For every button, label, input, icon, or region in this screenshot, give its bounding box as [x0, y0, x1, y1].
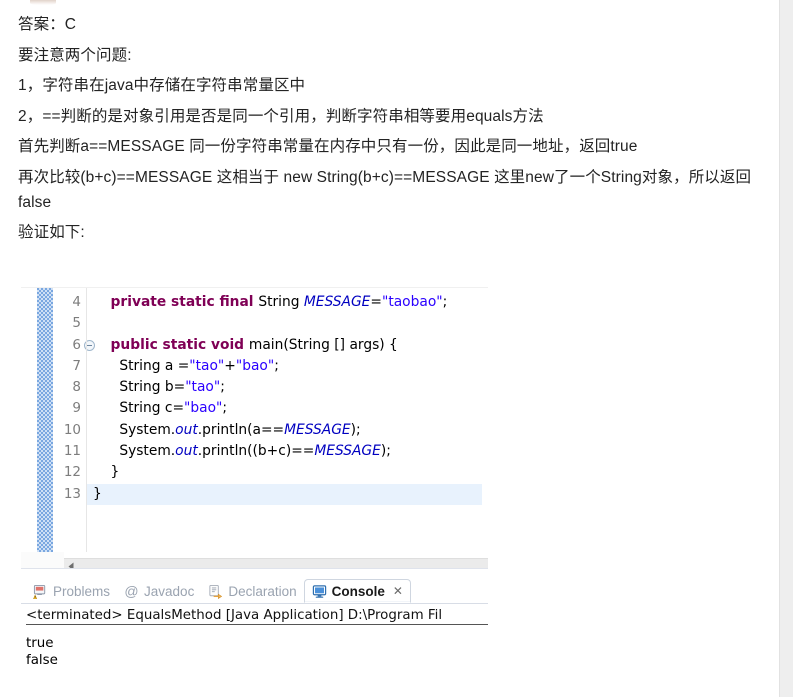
code-line[interactable]: System.out.println((b+c)==MESSAGE);: [87, 441, 488, 462]
article-body: 答案：C 要注意两个问题: 1，字符串在java中存储在字符串常量区中 2，==…: [18, 12, 763, 250]
paragraph-explain-1: 首先判断a==MESSAGE 同一份字符串常量在内存中只有一份，因此是同一地址，…: [18, 138, 638, 155]
code-line[interactable]: }: [87, 462, 488, 483]
line-number: 6: [53, 335, 95, 356]
right-scroll-rail[interactable]: [779, 0, 793, 697]
code-token: System.: [93, 421, 176, 438]
line-number: 9: [72, 400, 81, 417]
javadoc-at-icon: @: [124, 582, 139, 599]
code-token: ;: [442, 294, 448, 310]
tab-problems-label: Problems: [53, 583, 111, 599]
code-token: .println((b+c)==: [197, 443, 315, 460]
code-token: ;: [274, 357, 279, 374]
paragraph-note-intro: 要注意两个问题:: [18, 46, 132, 64]
line-number-ruler: 4 5 6 7 8 9 10 11 12 13: [53, 288, 95, 552]
code-token: );: [350, 421, 361, 438]
code-token: +: [224, 357, 236, 374]
code-token: "bao": [235, 357, 275, 374]
console-output: true false: [26, 635, 488, 669]
eclipse-screenshot: 4 5 6 7 8 9 10 11 12 13 private static final Stri…: [21, 287, 488, 697]
page-root: 答案：C 要注意两个问题: 1，字符串在java中存储在字符串常量区中 2，==…: [0, 0, 793, 697]
code-line[interactable]: String b="tao";: [87, 377, 488, 398]
console-launch-header: <terminated> EqualsMethod [Java Applicat…: [26, 608, 488, 625]
close-icon[interactable]: ✕: [393, 584, 403, 598]
code-token: out: [175, 421, 198, 438]
line-number: 11: [63, 443, 81, 460]
code-token: "tao": [189, 357, 225, 374]
code-token: }: [93, 464, 120, 481]
code-line[interactable]: }: [87, 483, 482, 505]
code-line[interactable]: String c="bao";: [87, 398, 488, 419]
code-token: String a =: [93, 357, 190, 374]
editor-view-divider: [21, 568, 488, 578]
code-token: MESSAGE: [284, 421, 351, 438]
line-number: 7: [72, 357, 81, 374]
view-tab-bar: Problems @ Javadoc Declaration Console ✕: [21, 578, 488, 604]
code-token: String b=: [93, 379, 186, 396]
paragraph-explain-2: 再次比较(b+c)==MESSAGE 这相当于 new String(b+c)=…: [18, 168, 752, 211]
code-token: public static void: [110, 336, 249, 353]
code-editor[interactable]: 4 5 6 7 8 9 10 11 12 13 private static final Stri…: [21, 287, 488, 573]
code-token: ;: [222, 400, 228, 417]
line-number: 4: [72, 294, 81, 310]
code-token: System.: [93, 443, 176, 460]
code-token: "tao": [185, 379, 221, 396]
line-number: 12: [63, 464, 81, 481]
code-line[interactable]: private static final String MESSAGE="tao…: [87, 292, 488, 313]
code-token: main(String [] args) {: [248, 336, 398, 353]
line-number: 13: [63, 485, 81, 502]
code-line[interactable]: [87, 313, 488, 334]
code-token: "taobao": [381, 294, 443, 310]
tab-console-label: Console: [331, 583, 385, 599]
tab-declaration[interactable]: Declaration: [201, 579, 303, 603]
tab-problems[interactable]: Problems: [26, 579, 117, 603]
console-output-line: false: [26, 653, 58, 668]
tab-console[interactable]: Console ✕: [303, 579, 411, 603]
code-line[interactable]: System.out.println(a==MESSAGE);: [87, 420, 488, 441]
paragraph-verify: 验证如下:: [18, 223, 85, 241]
console-view[interactable]: <terminated> EqualsMethod [Java Applicat…: [21, 604, 488, 669]
editor-bottom-pad: [21, 552, 64, 569]
code-text-area[interactable]: private static final String MESSAGE="tao…: [87, 288, 488, 552]
code-token: MESSAGE: [314, 443, 381, 460]
tab-javadoc-label: Javadoc: [144, 583, 195, 599]
paragraph-point-2: 2，==判断的是对象引用是否是同一个引用，判断字符串相等要用equals方法: [18, 107, 544, 125]
code-token: );: [380, 443, 391, 460]
code-token: MESSAGE: [303, 294, 371, 310]
paragraph-point-1: 1，字符串在java中存储在字符串常量区中: [18, 77, 306, 94]
annotation-ruler[interactable]: [37, 288, 53, 552]
code-token: =: [370, 294, 382, 310]
code-token: "bao": [184, 400, 223, 417]
line-number: 8: [72, 379, 81, 396]
code-token: ;: [220, 379, 225, 396]
top-clipped-fragment: [30, 0, 56, 5]
code-token: .println(a==: [197, 421, 285, 438]
bottom-view-stack: Problems @ Javadoc Declaration Console ✕…: [21, 578, 488, 696]
code-line[interactable]: public static void main(String [] args) …: [87, 335, 488, 356]
declaration-icon: [209, 584, 223, 599]
code-token: String c=: [93, 400, 185, 417]
code-token: out: [175, 443, 198, 460]
tab-declaration-label: Declaration: [228, 583, 297, 599]
console-icon: [312, 584, 326, 598]
line-number: 10: [63, 421, 81, 438]
code-token: String: [258, 294, 304, 310]
line-number: 5: [72, 315, 81, 332]
tab-javadoc[interactable]: @ Javadoc: [117, 579, 201, 603]
code-line[interactable]: String a ="tao"+"bao";: [87, 356, 488, 377]
paragraph-answer: 答案：C: [18, 16, 77, 33]
code-token: private static final: [110, 294, 259, 310]
problems-icon: [33, 584, 46, 599]
code-token: }: [93, 485, 102, 502]
console-output-line: true: [26, 636, 54, 651]
